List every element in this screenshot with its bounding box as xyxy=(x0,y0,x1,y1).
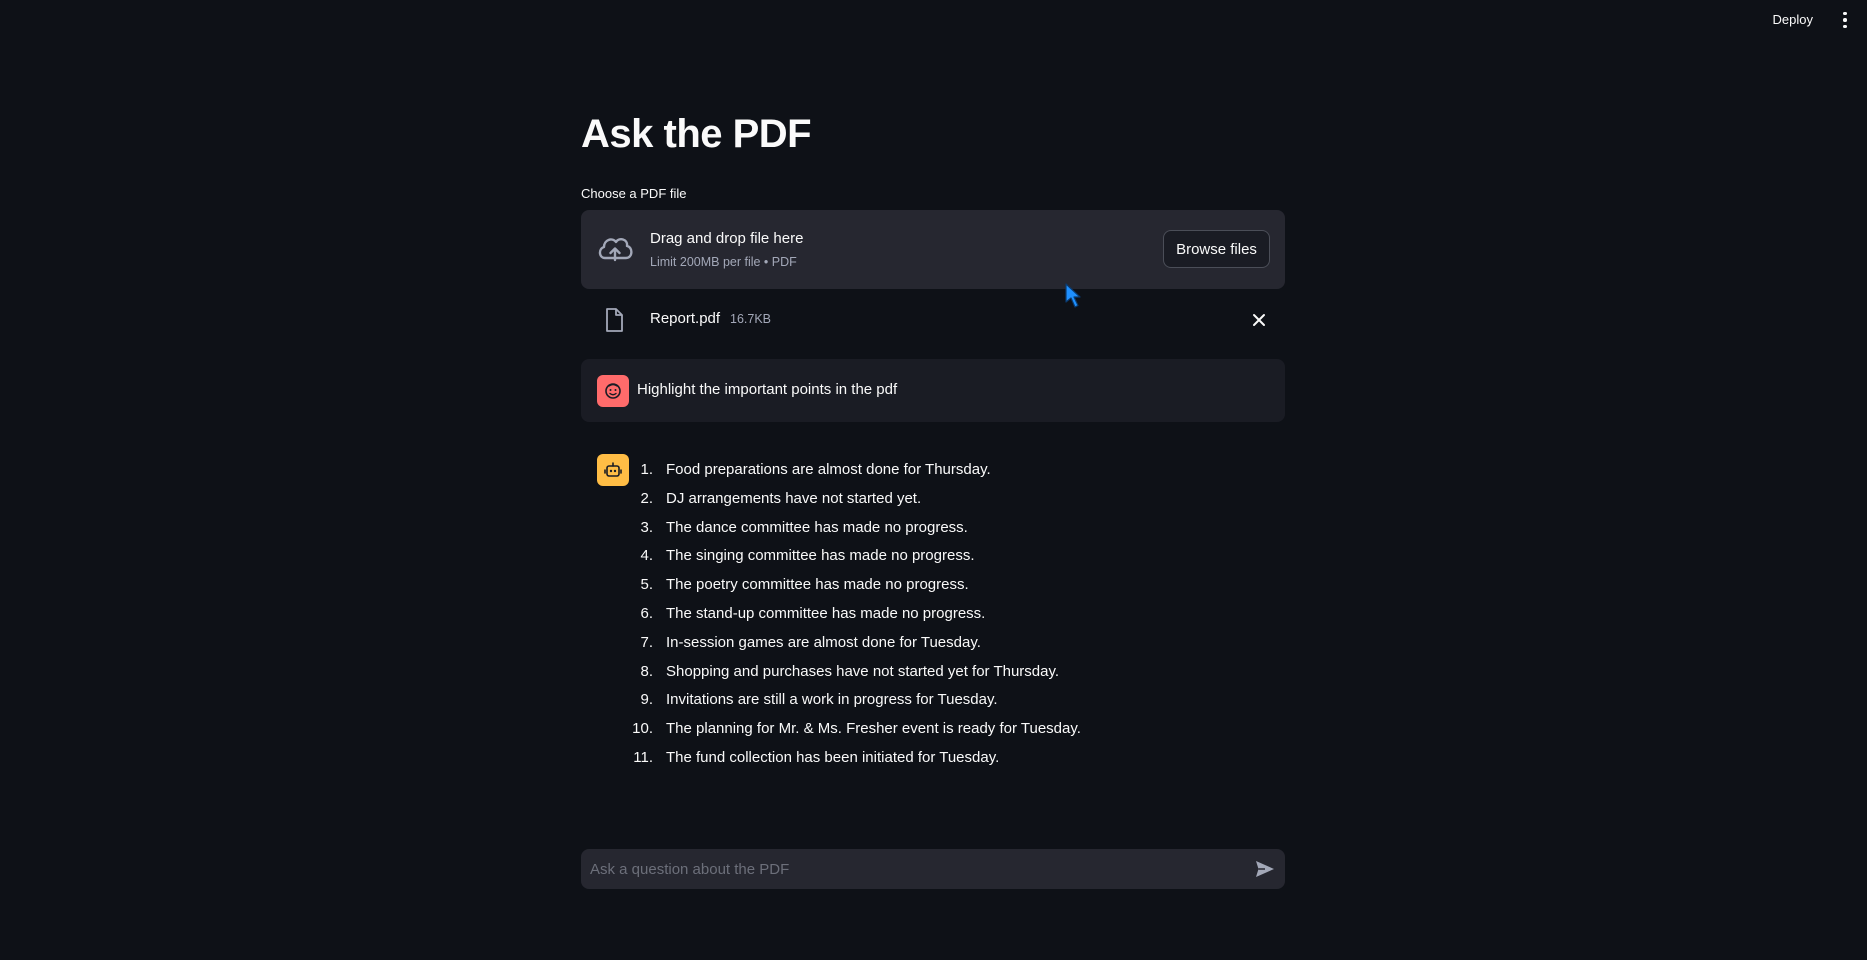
send-icon xyxy=(1256,861,1274,877)
vertical-dots-icon xyxy=(1843,11,1847,16)
uploader-label: Choose a PDF file xyxy=(581,186,687,201)
list-item-text: The stand-up committee has made no progr… xyxy=(666,604,986,622)
uploaded-file-row: Report.pdf 16.7KB xyxy=(581,300,1285,340)
uploaded-file-name: Report.pdf xyxy=(650,310,721,327)
list-item-number: 5. xyxy=(640,576,653,594)
dropzone-limit-text: Limit 200MB per file • PDF xyxy=(650,255,797,269)
page-title: Ask the PDF xyxy=(581,112,812,156)
send-button[interactable] xyxy=(1253,857,1277,881)
list-item: 8. Shopping and purchases have not starte… xyxy=(621,662,1081,691)
list-item-text: Shopping and purchases have not started … xyxy=(666,662,1060,680)
list-item-number: 7. xyxy=(640,633,653,651)
list-item-text: Invitations are still a work in progress… xyxy=(666,691,998,709)
list-item-text: DJ arrangements have not started yet. xyxy=(666,489,922,507)
list-item-text: The planning for Mr. & Ms. Fresher event… xyxy=(666,720,1081,738)
list-item-number: 1. xyxy=(640,461,653,478)
smiley-face-icon xyxy=(605,383,621,399)
mouse-cursor-icon xyxy=(1065,283,1081,308)
top-bar: Deploy xyxy=(0,0,1867,44)
list-item-text: The fund collection has been initiated f… xyxy=(666,748,1000,766)
file-dropzone[interactable]: Drag and drop file here Limit 200MB per … xyxy=(581,210,1285,289)
list-item: 10. The planning for Mr. & Ms. Fresher ev… xyxy=(621,719,1081,748)
list-item-text: Food preparations are almost done for Th… xyxy=(666,461,991,478)
assistant-chat-message: 1. Food preparations are almost done for … xyxy=(581,440,1285,780)
list-item-text: The singing committee has made no progre… xyxy=(666,547,975,565)
file-icon xyxy=(606,308,623,332)
main-menu-button[interactable] xyxy=(1839,10,1851,30)
uploaded-file-size: 16.7KB xyxy=(730,312,772,326)
list-item-number: 8. xyxy=(640,662,653,680)
list-item-text: In-session games are almost done for Tue… xyxy=(666,633,981,651)
list-item: 11. The fund collection has been initiate… xyxy=(621,748,1081,777)
cloud-upload-icon xyxy=(598,238,633,262)
user-chat-message: Highlight the important points in the pd… xyxy=(581,359,1285,422)
list-item: 3. The dance committee has made no progre… xyxy=(621,518,1081,547)
list-item: 5. The poetry committee has made no progr… xyxy=(621,575,1081,604)
close-icon xyxy=(1253,314,1265,326)
list-item-number: 6. xyxy=(640,604,653,622)
browse-files-button[interactable]: Browse files xyxy=(1163,230,1270,268)
list-item-number: 10. xyxy=(632,720,653,738)
list-item-text: The dance committee has made no progress… xyxy=(666,518,968,536)
remove-file-button[interactable] xyxy=(1249,310,1269,330)
chat-question-input[interactable] xyxy=(581,849,1231,889)
deploy-button[interactable]: Deploy xyxy=(1769,10,1817,29)
list-item-number: 4. xyxy=(640,547,653,565)
list-item-text: The poetry committee has made no progres… xyxy=(666,576,969,594)
chat-input-bar xyxy=(581,849,1285,889)
list-item-number: 9. xyxy=(640,691,653,709)
assistant-response-list: 1. Food preparations are almost done for … xyxy=(621,460,1081,777)
user-message-text: Highlight the important points in the pd… xyxy=(637,381,898,398)
user-avatar xyxy=(597,375,629,407)
list-item: 1. Food preparations are almost done for … xyxy=(621,460,1081,489)
list-item-number: 11. xyxy=(633,748,653,766)
list-item: 7. In-session games are almost done for T… xyxy=(621,633,1081,662)
list-item: 4. The singing committee has made no prog… xyxy=(621,546,1081,575)
list-item: 2. DJ arrangements have not started yet. xyxy=(621,489,1081,518)
robot-icon xyxy=(604,462,622,477)
list-item: 9. Invitations are still a work in progre… xyxy=(621,690,1081,719)
list-item-number: 3. xyxy=(640,518,653,536)
list-item-number: 2. xyxy=(640,489,653,507)
dropzone-title: Drag and drop file here xyxy=(650,230,804,247)
list-item: 6. The stand-up committee has made no pro… xyxy=(621,604,1081,633)
